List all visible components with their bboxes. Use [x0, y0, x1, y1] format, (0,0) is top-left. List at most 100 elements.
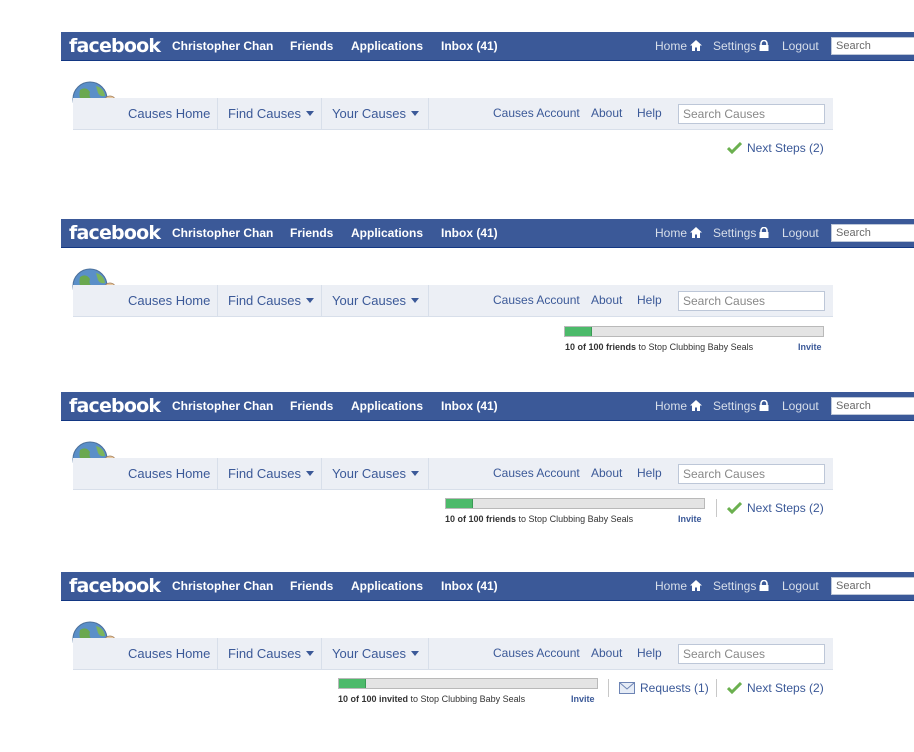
nav-friends-link[interactable]: Friends: [290, 226, 333, 240]
find-causes-label: Find Causes: [228, 646, 301, 661]
action-divider: [716, 499, 717, 517]
invite-link[interactable]: Invite: [571, 694, 595, 705]
nav-logout-link[interactable]: Logout: [782, 226, 819, 240]
causes-home-link[interactable]: Causes Home: [128, 106, 210, 121]
nav-settings-link[interactable]: Settings: [713, 39, 769, 53]
invite-link[interactable]: Invite: [678, 514, 702, 525]
requests-link[interactable]: Requests (1): [619, 681, 709, 695]
chevron-down-icon: [410, 651, 419, 656]
find-causes-menu[interactable]: Find Causes: [228, 466, 314, 481]
nav-logout-link[interactable]: Logout: [782, 579, 819, 593]
envelope-icon: [619, 682, 635, 694]
lock-icon: [759, 580, 769, 591]
nav-friends-link[interactable]: Friends: [290, 39, 333, 53]
your-causes-menu[interactable]: Your Causes: [332, 466, 419, 481]
checkmark-icon: [727, 142, 742, 154]
facebook-search-input[interactable]: [831, 397, 914, 415]
progress-fill: [446, 499, 473, 508]
causes-home-link[interactable]: Causes Home: [128, 293, 210, 308]
nav-home-link[interactable]: Home: [655, 579, 703, 593]
causes-home-link[interactable]: Causes Home: [128, 646, 210, 661]
causes-account-link[interactable]: Causes Account: [493, 106, 580, 120]
invite-progress-bar: [445, 498, 705, 509]
search-causes-input[interactable]: [678, 104, 825, 124]
nav-divider: [321, 285, 322, 316]
nav-home-link[interactable]: Home: [655, 399, 703, 413]
your-causes-menu[interactable]: Your Causes: [332, 106, 419, 121]
home-icon: [690, 40, 703, 51]
next-steps-link[interactable]: Next Steps (2): [727, 141, 824, 155]
find-causes-menu[interactable]: Find Causes: [228, 293, 314, 308]
progress-fill: [565, 327, 592, 336]
help-link[interactable]: Help: [637, 106, 662, 120]
nav-logout-link[interactable]: Logout: [782, 39, 819, 53]
nav-profile-link[interactable]: Christopher Chan: [172, 579, 273, 593]
home-icon: [690, 580, 703, 591]
nav-inbox-link[interactable]: Inbox (41): [441, 579, 498, 593]
next-steps-link[interactable]: Next Steps (2): [727, 501, 824, 515]
search-causes-input[interactable]: [678, 291, 825, 311]
chevron-down-icon: [410, 111, 419, 116]
lock-icon: [759, 227, 769, 238]
your-causes-menu[interactable]: Your Causes: [332, 293, 419, 308]
nav-applications-link[interactable]: Applications: [351, 579, 423, 593]
your-causes-label: Your Causes: [332, 466, 406, 481]
search-causes-input[interactable]: [678, 644, 825, 664]
your-causes-menu[interactable]: Your Causes: [332, 646, 419, 661]
invite-link[interactable]: Invite: [798, 342, 822, 353]
about-link[interactable]: About: [591, 293, 622, 307]
nav-applications-link[interactable]: Applications: [351, 39, 423, 53]
nav-inbox-link[interactable]: Inbox (41): [441, 39, 498, 53]
facebook-top-bar: facebook Christopher Chan Friends Applic…: [61, 32, 914, 61]
nav-inbox-link[interactable]: Inbox (41): [441, 226, 498, 240]
next-steps-link[interactable]: Next Steps (2): [727, 681, 824, 695]
find-causes-menu[interactable]: Find Causes: [228, 646, 314, 661]
requests-label: Requests (1): [640, 681, 709, 695]
causes-account-link[interactable]: Causes Account: [493, 466, 580, 480]
causes-nav-bar: Causes Home Find Causes Your Causes Caus…: [73, 458, 833, 490]
help-link[interactable]: Help: [637, 293, 662, 307]
help-link[interactable]: Help: [637, 466, 662, 480]
about-link[interactable]: About: [591, 106, 622, 120]
nav-home-label: Home: [655, 39, 688, 53]
nav-applications-link[interactable]: Applications: [351, 399, 423, 413]
nav-applications-link[interactable]: Applications: [351, 226, 423, 240]
nav-profile-link[interactable]: Christopher Chan: [172, 226, 273, 240]
progress-count: 10 of 100 friends: [565, 342, 637, 352]
facebook-logo[interactable]: facebook: [69, 35, 161, 57]
nav-divider: [428, 638, 429, 669]
causes-account-link[interactable]: Causes Account: [493, 293, 580, 307]
nav-friends-link[interactable]: Friends: [290, 399, 333, 413]
facebook-logo[interactable]: facebook: [69, 222, 161, 244]
next-steps-label: Next Steps (2): [747, 681, 824, 695]
nav-home-label: Home: [655, 579, 688, 593]
facebook-search-input[interactable]: [831, 224, 914, 242]
facebook-logo[interactable]: facebook: [69, 575, 161, 597]
nav-profile-link[interactable]: Christopher Chan: [172, 39, 273, 53]
help-link[interactable]: Help: [637, 646, 662, 660]
your-causes-label: Your Causes: [332, 106, 406, 121]
nav-home-label: Home: [655, 399, 688, 413]
facebook-search-input[interactable]: [831, 577, 914, 595]
nav-logout-link[interactable]: Logout: [782, 399, 819, 413]
nav-profile-link[interactable]: Christopher Chan: [172, 399, 273, 413]
about-link[interactable]: About: [591, 466, 622, 480]
causes-account-link[interactable]: Causes Account: [493, 646, 580, 660]
nav-home-link[interactable]: Home: [655, 226, 703, 240]
nav-inbox-link[interactable]: Inbox (41): [441, 399, 498, 413]
causes-home-link[interactable]: Causes Home: [128, 466, 210, 481]
nav-friends-link[interactable]: Friends: [290, 579, 333, 593]
action-divider: [608, 679, 609, 697]
facebook-search-input[interactable]: [831, 37, 914, 55]
about-link[interactable]: About: [591, 646, 622, 660]
find-causes-menu[interactable]: Find Causes: [228, 106, 314, 121]
causes-nav-bar: Causes Home Find Causes Your Causes Caus…: [73, 638, 833, 670]
facebook-logo[interactable]: facebook: [69, 395, 161, 417]
find-causes-label: Find Causes: [228, 106, 301, 121]
nav-home-link[interactable]: Home: [655, 39, 703, 53]
nav-settings-link[interactable]: Settings: [713, 226, 769, 240]
nav-settings-link[interactable]: Settings: [713, 399, 769, 413]
search-causes-input[interactable]: [678, 464, 825, 484]
action-divider: [716, 679, 717, 697]
nav-settings-link[interactable]: Settings: [713, 579, 769, 593]
